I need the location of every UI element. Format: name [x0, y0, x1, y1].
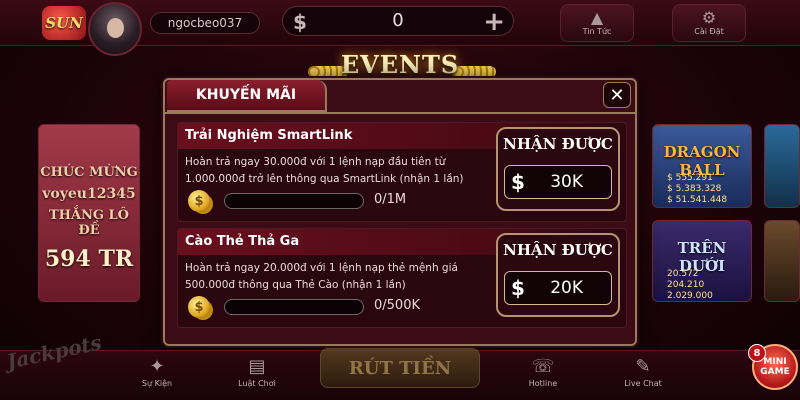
promotion-description: Hoàn trả ngay 20.000đ với 1 lệnh nạp thẻ… [185, 262, 458, 291]
top-bar: SUN ngocbeo037 $ 0 + ▲ Tin Tức ⚙ Cài Đặt [0, 0, 800, 56]
dollar-icon: $ [511, 170, 525, 194]
nav-events-label: Sự Kiện [141, 379, 173, 388]
lotto-line-1: CHÚC MỪNG [40, 165, 138, 180]
book-icon: ▤ [248, 356, 266, 377]
promotion-card-smartlink: Trải Nghiệm SmartLink Hoàn trả ngay 30.0… [177, 122, 628, 222]
tren-duoi-game-tile[interactable]: TRÊN DƯỚI 20.572 204.210 2.029.000 [652, 220, 752, 302]
nav-live-chat-button[interactable]: ✎ Live Chat [608, 356, 678, 396]
reward-value: 20K [550, 278, 583, 298]
game-tile[interactable] [764, 220, 800, 302]
promotion-card-the-cao: Cào Thẻ Thả Ga Hoàn trả ngay 20.000đ với… [177, 228, 628, 328]
settings-button[interactable]: ⚙ Cài Đặt [672, 4, 746, 42]
tab-khuyen-mai[interactable]: KHUYẾN MÃI [167, 80, 327, 112]
progress-text: 0/500K [374, 298, 420, 313]
dialog-header-divider [165, 112, 635, 114]
settings-label: Cài Đặt [694, 27, 724, 36]
nav-rules-label: Luật Chơi [238, 379, 276, 388]
withdraw-button[interactable]: RÚT TIỀN [320, 348, 480, 388]
balance-value: 0 [392, 10, 404, 31]
tren-duoi-stats: 20.572 204.210 2.029.000 [667, 269, 713, 301]
lotto-winner-tile[interactable]: CHÚC MỪNG voyeu12345 THẮNG LÔ ĐỀ 594 TR [38, 124, 140, 302]
avatar[interactable] [88, 2, 142, 56]
news-label: Tin Tức [582, 27, 612, 36]
reward-label: NHẬN ĐƯỢC [503, 241, 613, 259]
stat-line: 2.029.000 [667, 291, 713, 301]
party-popper-icon: ✦ [149, 356, 165, 377]
news-button[interactable]: ▲ Tin Tức [560, 4, 634, 42]
dollar-icon: $ [511, 276, 525, 300]
progress-text: 0/1M [374, 192, 407, 207]
close-button[interactable]: ✕ [603, 82, 631, 108]
add-funds-button[interactable]: + [483, 7, 505, 37]
lotto-line-3: THẮNG LÔ ĐỀ [48, 208, 130, 238]
stat-line: $ 51.541.448 [667, 195, 728, 205]
nav-live-chat-label: Live Chat [624, 379, 662, 388]
reward-label: NHẬN ĐƯỢC [503, 135, 613, 153]
promotions-dialog: KHUYẾN MÃI ✕ Trải Nghiệm SmartLink Hoàn … [163, 78, 637, 346]
currency-icon: $ [293, 10, 307, 34]
game-tile[interactable] [764, 124, 800, 208]
progress-bar [224, 299, 364, 315]
reward-value: 30K [550, 172, 583, 192]
app-logo: SUN [42, 6, 86, 40]
reward-button[interactable]: NHẬN ĐƯỢC $ 30K [496, 127, 620, 211]
reward-amount-box: $ 30K [504, 165, 612, 199]
stat-line: 20.572 [667, 269, 699, 279]
nav-rules-button[interactable]: ▤ Luật Chơi [222, 356, 292, 396]
lotto-line-4: 594 TR [44, 246, 134, 272]
avatar-face [107, 18, 124, 38]
progress-bar [224, 193, 364, 209]
phone-icon: ☏ [531, 356, 555, 377]
dragon-ball-game-tile[interactable]: DRAGON BALL $ 555.291 $ 5.383.328 $ 51.5… [652, 124, 752, 208]
stat-line: $ 555.291 [667, 173, 713, 183]
nav-hotline-label: Hotline [528, 379, 558, 388]
username-label: ngocbeo037 [150, 12, 260, 34]
stat-line: $ 5.383.328 [667, 184, 722, 194]
chat-bubble-icon: ✎ [635, 356, 651, 377]
coin-icon: $ [188, 190, 210, 212]
megaphone-icon: ▲ [590, 8, 604, 27]
balance-bar: $ 0 + [282, 6, 514, 37]
nav-hotline-button[interactable]: ☏ Hotline [508, 356, 578, 396]
notification-badge: 8 [748, 344, 766, 362]
promotion-description: Hoàn trả ngay 30.000đ với 1 lệnh nạp đầu… [185, 156, 464, 185]
reward-amount-box: $ 20K [504, 271, 612, 305]
coin-icon: $ [188, 296, 210, 318]
stat-line: 204.210 [667, 280, 705, 290]
nav-events-button[interactable]: ✦ Sự Kiện [122, 356, 192, 396]
gear-icon: ⚙ [701, 8, 717, 27]
lotto-line-2: voyeu12345 [42, 186, 136, 202]
reward-button[interactable]: NHẬN ĐƯỢC $ 20K [496, 233, 620, 317]
dragon-ball-stats: $ 555.291 $ 5.383.328 $ 51.541.448 [667, 173, 727, 206]
